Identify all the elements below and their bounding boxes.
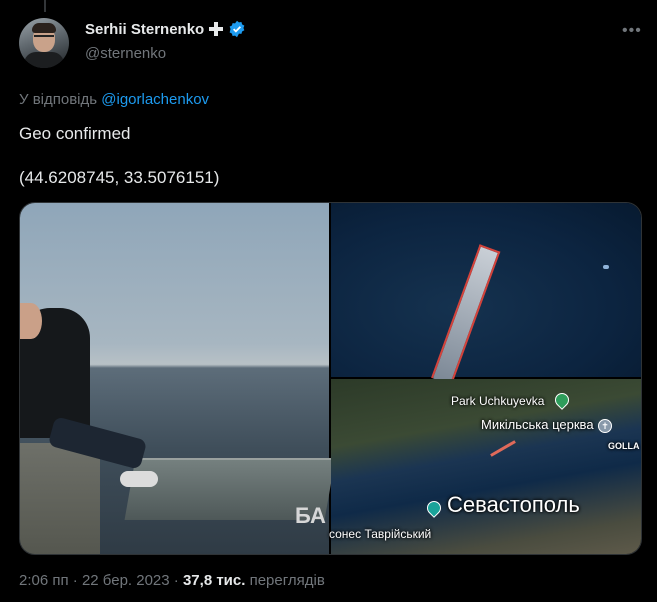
- reply-mention-link[interactable]: @igorlachenkov: [101, 91, 209, 108]
- photo-map-sevastopol[interactable]: Park Uchkuyevka Микільська церква ✝ GOLL…: [329, 379, 641, 554]
- satellite-ship: [431, 244, 501, 386]
- avatar-body: [24, 52, 64, 68]
- meta-separator-2: ·: [169, 572, 183, 589]
- seawall: [20, 443, 100, 554]
- verified-badge-icon: [229, 20, 245, 38]
- avatar-hair: [32, 23, 56, 33]
- photo-satellite-ship[interactable]: [331, 203, 641, 386]
- author-display-name[interactable]: Serhii Sternenko: [85, 21, 204, 38]
- tweet-date[interactable]: 22 бер. 2023: [82, 572, 170, 589]
- avatar[interactable]: [19, 18, 69, 68]
- views-label: переглядів: [249, 572, 325, 589]
- satellite-boat: [603, 265, 609, 269]
- map-label-park: Park Uchkuyevka: [451, 394, 545, 408]
- views-count: 37,8 тис.: [182, 572, 246, 589]
- author-name-row[interactable]: Serhii Sternenko: [85, 20, 246, 38]
- avatar-glasses: [34, 35, 54, 42]
- map-label-district: сонес Таврійський: [329, 527, 432, 541]
- reply-context: У відповідь @igorlachenkov: [19, 91, 209, 108]
- reply-prefix: У відповідь: [19, 91, 98, 108]
- tweet-coordinates: (44.6208745, 33.5076151): [19, 168, 220, 187]
- map-label-golla: GOLLA: [608, 441, 640, 451]
- photo-watermark: БА: [295, 503, 326, 528]
- map-route-line: [490, 440, 516, 457]
- church-pin-icon: ✝: [598, 419, 612, 433]
- city-pin-icon: [424, 498, 444, 518]
- person-head: [20, 303, 42, 339]
- more-options-icon[interactable]: •••: [622, 22, 642, 40]
- tweet-text-line: Geo confirmed: [19, 124, 131, 143]
- media-grid: БА Park Uchkuyevka Микільська церква ✝ G…: [19, 202, 642, 555]
- meta-separator: ·: [68, 572, 82, 589]
- cross-icon: [208, 21, 224, 37]
- map-label-church: Микільська церква: [481, 417, 594, 432]
- person-shoe: [120, 471, 158, 487]
- park-pin-icon: [552, 390, 572, 410]
- photo-sea-drone[interactable]: БА: [20, 203, 336, 554]
- tweet-time[interactable]: 2:06 пп: [19, 572, 69, 589]
- tweet-meta: 2:06 пп · 22 бер. 2023 · 37,8 тис. перег…: [19, 572, 325, 589]
- thread-connector-line: [44, 0, 46, 12]
- map-label-city: Севастополь: [447, 492, 580, 517]
- author-handle[interactable]: @sternenko: [85, 45, 166, 62]
